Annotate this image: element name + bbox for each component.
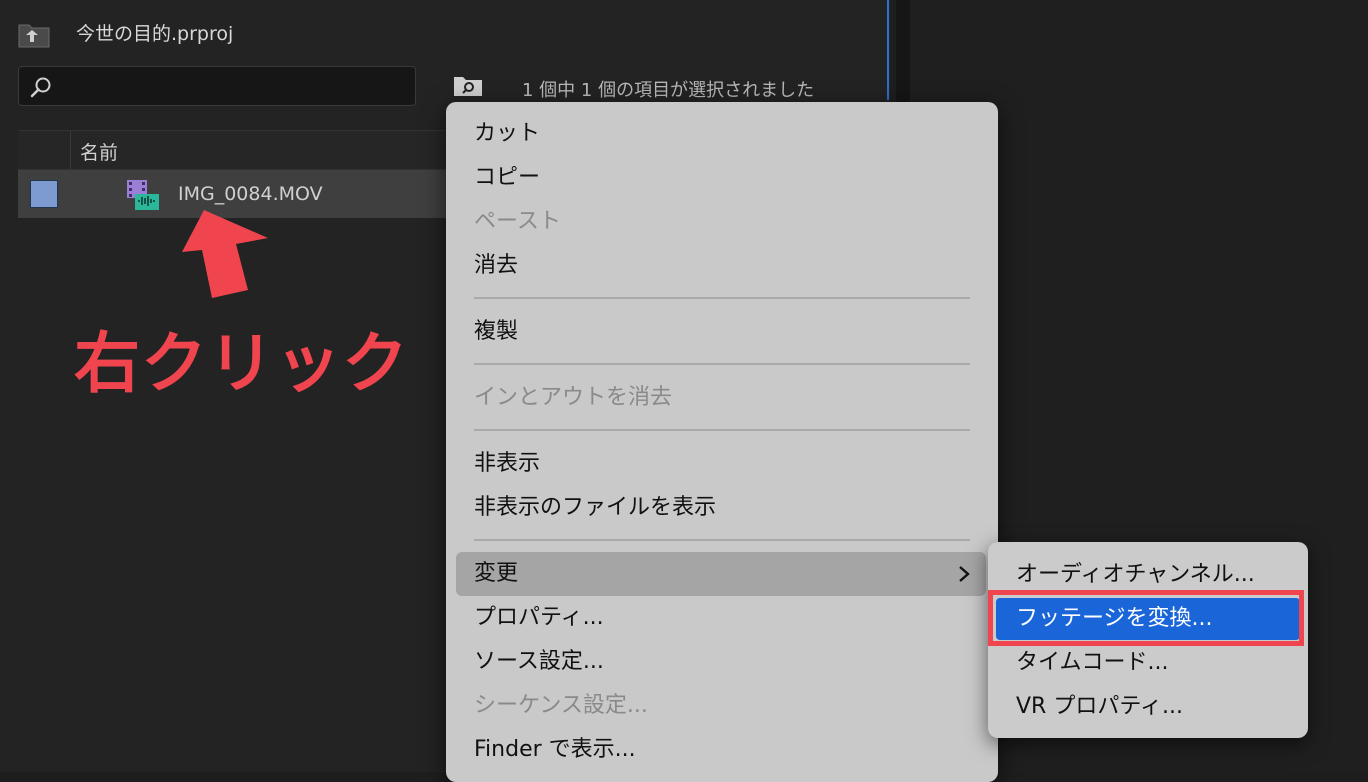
menu-item-hide[interactable]: 非表示 [456,442,986,486]
annotation-label: 右クリック [74,325,409,402]
menu-item-source-settings[interactable]: ソース設定... [456,640,986,684]
menu-item-modify-label: 変更 [474,561,519,586]
project-title: 今世の目的.prproj [76,23,234,45]
submenu-item-vr-properties[interactable]: VR プロパティ... [996,686,1300,728]
search-field[interactable] [18,66,416,106]
menu-item-duplicate[interactable]: 複製 [456,310,986,354]
context-menu: カット コピー ペースト 消去 複製 インとアウトを消去 非表示 非表示のファイ… [446,102,998,782]
clip-name: IMG_0084.MOV [178,183,323,205]
menu-item-reveal-in-finder[interactable]: Finder で表示... [456,728,986,772]
submenu-item-audio-channels[interactable]: オーディオチャンネル... [996,554,1300,596]
video-clip-icon [127,180,159,210]
menu-item-clear-in-out: インとアウトを消去 [474,385,673,410]
submenu-item-interpret-footage[interactable]: フッテージを変換... [996,598,1300,640]
column-header-name[interactable]: 名前 [80,138,118,165]
menu-separator [474,363,970,365]
search-icon [30,77,51,98]
bin-up-icon[interactable] [18,22,50,48]
menu-separator [474,539,970,541]
menu-item-properties[interactable]: プロパティ... [456,596,986,640]
find-in-bin-icon[interactable] [453,73,483,97]
selection-status: 1 個中 1 個の項目が選択されました [522,80,815,101]
menu-item-clear[interactable]: 消去 [456,244,986,288]
panel-focus-indicator [887,0,889,100]
chevron-right-icon [959,566,970,582]
submenu-item-timecode[interactable]: タイムコード... [996,642,1300,684]
modify-submenu: オーディオチャンネル... フッテージを変換... タイムコード... VR プ… [988,542,1308,738]
menu-item-paste: ペースト [474,209,561,234]
menu-item-copy[interactable]: コピー [456,156,986,200]
search-input[interactable] [63,73,407,101]
menu-item-sequence-settings: シーケンス設定... [474,693,648,718]
column-separator [70,131,71,169]
menu-separator [474,297,970,299]
annotation-arrow-icon [182,210,268,298]
menu-item-show-hidden-files[interactable]: 非表示のファイルを表示 [456,486,986,530]
menu-item-modify[interactable]: 変更 [456,552,986,596]
menu-separator [474,429,970,431]
menu-item-cut[interactable]: カット [456,112,986,156]
label-color-swatch[interactable] [30,180,58,208]
